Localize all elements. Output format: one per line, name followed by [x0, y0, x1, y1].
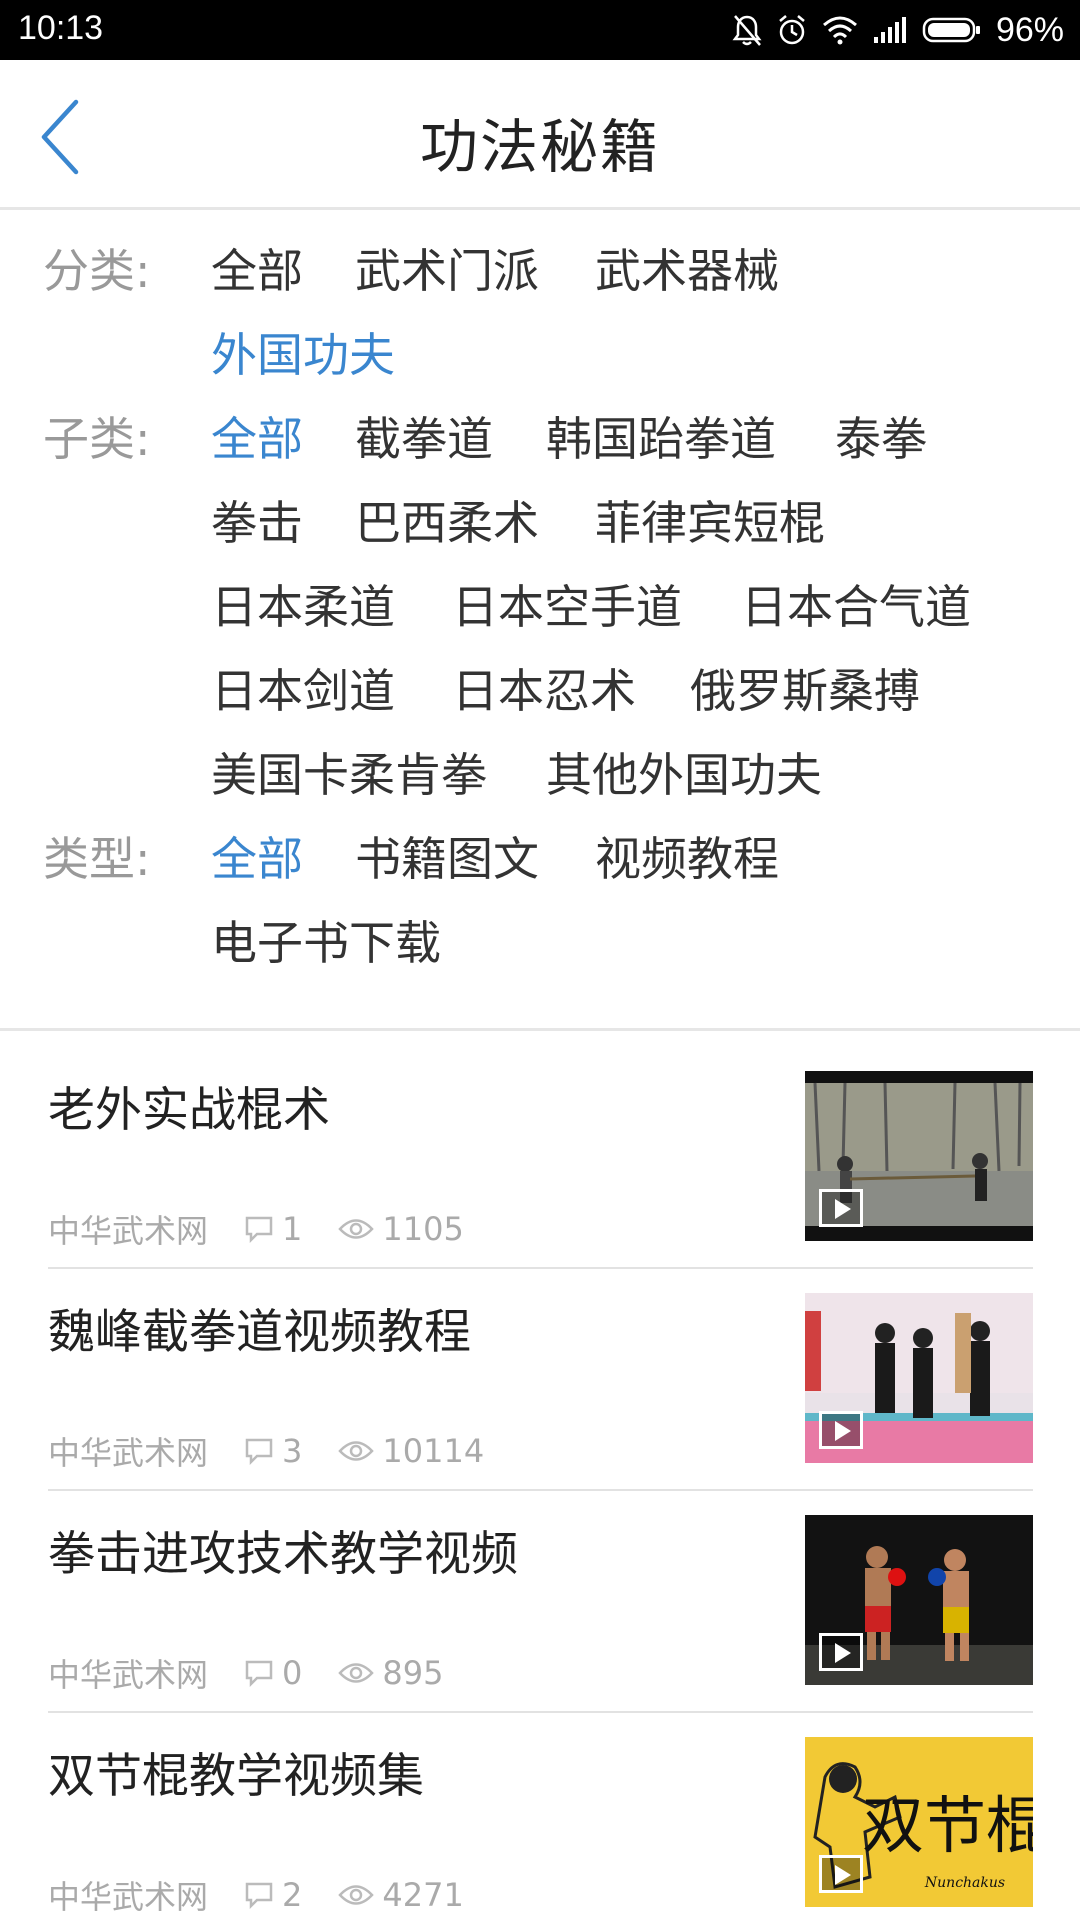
- category-option[interactable]: 全部: [211, 235, 303, 301]
- status-time: 10:13: [18, 9, 104, 47]
- article-title: 老外实战棍术: [48, 1083, 330, 1138]
- subcategory-option[interactable]: 日本忍术: [452, 655, 636, 721]
- subcategory-option[interactable]: 菲律宾短棍: [595, 487, 825, 553]
- subcategory-option[interactable]: 美国卡柔肯拳: [211, 739, 487, 805]
- video-thumbnail: [805, 1071, 1033, 1241]
- play-icon: [819, 1855, 863, 1893]
- category-option-selected[interactable]: 外国功夫: [211, 319, 395, 385]
- comment-icon: [245, 1660, 273, 1688]
- comment-icon: [245, 1438, 273, 1466]
- nunchaku-title-text: 双节棍: [862, 1789, 1033, 1862]
- filter-label-type: 类型:: [43, 832, 151, 886]
- type-option-selected[interactable]: 全部: [211, 823, 303, 889]
- article-meta: 中华武术网 2 4271: [48, 1875, 500, 1916]
- subcategory-option[interactable]: 巴西柔术: [355, 487, 539, 553]
- wifi-icon: [822, 16, 857, 45]
- article-meta: 中华武术网 0 895: [48, 1653, 479, 1694]
- comment-icon: [245, 1882, 273, 1910]
- article-source: 中华武术网: [48, 1656, 209, 1694]
- video-thumbnail: [805, 1515, 1033, 1685]
- article-source: 中华武术网: [48, 1212, 209, 1250]
- subcategory-option[interactable]: 泰拳: [835, 403, 927, 469]
- article-source: 中华武术网: [48, 1434, 209, 1472]
- eye-icon: [338, 1219, 375, 1239]
- view-count: 4271: [338, 1876, 464, 1914]
- comment-icon: [245, 1216, 273, 1244]
- subcategory-option[interactable]: 截拳道: [355, 403, 493, 469]
- comment-count-value: 2: [282, 1876, 303, 1914]
- nunchaku-subtitle-text: Nunchakus: [924, 1875, 1005, 1891]
- view-count: 1105: [338, 1210, 464, 1248]
- comment-count-value: 3: [282, 1432, 303, 1470]
- article-meta: 中华武术网 3 10114: [48, 1431, 520, 1472]
- comment-count: 2: [244, 1876, 302, 1914]
- type-option[interactable]: 书籍图文: [355, 823, 539, 889]
- filter-label-category: 分类:: [43, 244, 151, 298]
- subcategory-option[interactable]: 韩国跆拳道: [546, 403, 776, 469]
- battery-percentage: 96%: [995, 10, 1064, 49]
- subcategory-option[interactable]: 日本空手道: [452, 571, 682, 637]
- comment-count-value: 1: [282, 1210, 303, 1248]
- status-bar: 10:13 96%: [0, 0, 1080, 60]
- mute-bell-icon: [732, 15, 762, 46]
- view-count: 10114: [338, 1432, 484, 1470]
- list-item[interactable]: 双节棍教学视频集 中华武术网 2 4271 双节棍 Nunchakus: [48, 1697, 1033, 1919]
- subcategory-option[interactable]: 日本剑道: [211, 655, 395, 721]
- list-item[interactable]: 魏峰截拳道视频教程 中华武术网 3 10114: [48, 1253, 1033, 1475]
- play-icon: [819, 1411, 863, 1449]
- article-meta: 中华武术网 1 1105: [48, 1209, 500, 1250]
- status-icons: 96%: [732, 8, 1064, 52]
- view-count: 895: [338, 1654, 443, 1692]
- category-option[interactable]: 武术门派: [355, 235, 539, 301]
- type-option[interactable]: 电子书下载: [211, 907, 441, 973]
- comment-count: 3: [244, 1432, 302, 1470]
- filter-panel: 分类: 全部 武术门派 武术器械 外国功夫 子类: 全部 截拳道 韩国跆拳道 泰…: [0, 213, 1080, 1028]
- comment-count-value: 0: [282, 1654, 303, 1692]
- signal-icon: [873, 17, 906, 43]
- play-icon: [819, 1189, 863, 1227]
- view-count-value: 4271: [382, 1876, 464, 1914]
- subcategory-option[interactable]: 拳击: [211, 487, 303, 553]
- battery-icon: [922, 17, 980, 43]
- article-title: 拳击进攻技术教学视频: [48, 1527, 518, 1582]
- view-count-value: 10114: [382, 1432, 485, 1470]
- view-count-value: 1105: [382, 1210, 464, 1248]
- list-item[interactable]: 拳击进攻技术教学视频 中华武术网 0 895: [48, 1475, 1033, 1697]
- play-icon: [819, 1633, 863, 1671]
- article-title: 双节棍教学视频集: [48, 1749, 424, 1804]
- filter-label-subcategory: 子类:: [43, 412, 151, 466]
- subcategory-option-selected[interactable]: 全部: [211, 403, 303, 469]
- eye-icon: [338, 1663, 375, 1683]
- subcategory-option[interactable]: 其他外国功夫: [546, 739, 822, 805]
- subcategory-option[interactable]: 日本柔道: [211, 571, 395, 637]
- type-option[interactable]: 视频教程: [595, 823, 779, 889]
- nav-header: 功法秘籍: [0, 60, 1080, 210]
- comment-count: 0: [244, 1654, 302, 1692]
- article-source: 中华武术网: [48, 1878, 209, 1916]
- eye-icon: [338, 1441, 375, 1461]
- video-thumbnail: 双节棍 Nunchakus: [805, 1737, 1033, 1907]
- view-count-value: 895: [382, 1654, 444, 1692]
- alarm-icon: [779, 15, 805, 45]
- article-title: 魏峰截拳道视频教程: [48, 1305, 471, 1360]
- eye-icon: [338, 1885, 375, 1905]
- page-title: 功法秘籍: [419, 113, 660, 181]
- subcategory-option[interactable]: 俄罗斯桑搏: [690, 655, 920, 721]
- list-item[interactable]: 老外实战棍术 中华武术网 1 1105: [48, 1031, 1033, 1253]
- category-option[interactable]: 武术器械: [595, 235, 779, 301]
- video-thumbnail: [805, 1293, 1033, 1463]
- comment-count: 1: [244, 1210, 302, 1248]
- subcategory-option[interactable]: 日本合气道: [741, 571, 971, 637]
